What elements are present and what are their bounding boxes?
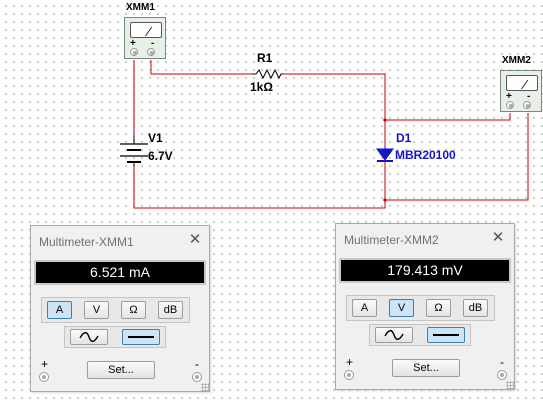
battery-v1-symbol[interactable] [120,136,148,166]
wire-v1-d1[interactable] [133,162,386,209]
wire-xmm2-plus[interactable] [385,113,511,121]
multimeter-xmm1-title: Multimeter-XMM1 [39,235,134,249]
xmm2-ohmmeter-button[interactable]: Ω [426,299,451,317]
r1-value-label: 1kΩ [250,80,273,94]
xmm1-ac-button[interactable] [70,329,108,345]
r1-ref-label: R1 [257,51,273,65]
diode-d1-symbol[interactable] [376,146,394,162]
xmm1-ohmmeter-button[interactable]: Ω [121,301,146,319]
xmm1-panel-minus-terminal[interactable] [192,372,202,382]
xmm2-panel-plus-terminal[interactable] [344,370,354,380]
xmm2-dc-button[interactable] [427,327,465,343]
multimeter-xmm2-title: Multimeter-XMM2 [344,233,439,247]
meter-dial-icon [506,75,538,91]
resize-grip-icon[interactable] [506,381,514,389]
xmm1-voltmeter-button[interactable]: V [84,301,109,319]
xmm2-ammeter-button[interactable]: A [352,299,377,317]
xmm1-label: XMM1 [126,2,155,13]
xmm1-dc-button[interactable] [122,329,160,345]
xmm1-panel-minus-sign: - [195,357,199,371]
dc-line-icon [433,334,459,336]
meter-dial-icon [130,22,162,38]
xmm2-set-button[interactable]: Set... [392,359,460,377]
junction-dot [383,198,387,202]
wire-r1-d1[interactable] [283,73,386,148]
xmm2-mode-group: A V Ω dB [346,295,495,321]
xmm1-reading-display: 6.521 mA [34,260,206,285]
xmm1-set-button[interactable]: Set... [87,361,155,379]
xmm1-multimeter-icon[interactable]: + - [124,17,166,59]
ac-wave-icon [79,331,99,343]
xmm1-signal-group [64,326,166,348]
dc-line-icon [128,336,154,338]
multimeter-xmm2-panel[interactable]: Multimeter-XMM2 ✕ 179.413 mV A V Ω dB Se… [335,223,515,390]
v1-ref-label: V1 [148,131,163,145]
wire-xmm1-r1[interactable] [150,60,252,75]
ac-wave-icon [384,329,404,341]
xmm2-panel-minus-terminal[interactable] [497,370,507,380]
xmm2-panel-minus-sign: - [500,355,504,369]
d1-value-label: MBR20100 [395,148,456,162]
xmm2-signal-group [369,324,471,346]
xmm2-db-button[interactable]: dB [463,299,488,317]
xmm2-minus-terminal[interactable] [523,101,531,109]
xmm2-ac-button[interactable] [375,327,413,343]
xmm2-label: XMM2 [502,55,531,66]
xmm2-plus-terminal[interactable] [506,101,514,109]
xmm2-voltmeter-button[interactable]: V [389,299,414,317]
xmm2-multimeter-icon[interactable]: + - [500,70,542,112]
xmm1-panel-plus-terminal[interactable] [39,372,49,382]
xmm1-ammeter-button[interactable]: A [47,301,72,319]
xmm1-panel-plus-sign: + [41,357,49,371]
close-icon[interactable]: ✕ [187,232,203,248]
d1-ref-label: D1 [396,131,412,145]
v1-value-label: 6.7V [148,149,173,163]
resize-grip-icon[interactable] [201,383,209,391]
xmm2-reading-display: 179.413 mV [339,258,511,283]
xmm1-minus-terminal[interactable] [147,48,155,56]
xmm1-mode-group: A V Ω dB [41,297,190,323]
multimeter-xmm1-panel[interactable]: Multimeter-XMM1 ✕ 6.521 mA A V Ω dB Set.… [30,225,210,392]
xmm1-db-button[interactable]: dB [158,301,183,319]
junction-dot [383,118,387,122]
resistor-r1-symbol[interactable] [252,68,283,80]
close-icon[interactable]: ✕ [490,230,506,246]
xmm1-plus-terminal[interactable] [130,48,138,56]
xmm2-panel-plus-sign: + [346,355,354,369]
